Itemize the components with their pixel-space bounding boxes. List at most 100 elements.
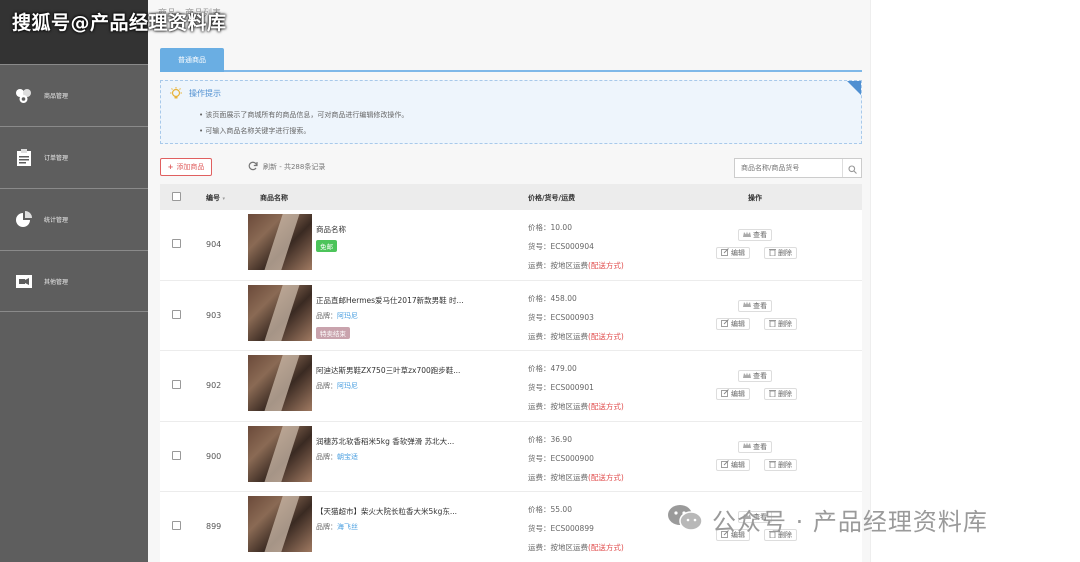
product-thumbnail[interactable] xyxy=(248,355,312,411)
shipping-method-link[interactable]: (配送方式) xyxy=(588,332,624,341)
product-tag: 特卖结束 xyxy=(316,326,350,339)
sidebar-item-stats[interactable]: 统计管理 xyxy=(0,188,148,250)
edit-icon xyxy=(721,248,731,258)
product-price: 价格：458.00 xyxy=(528,293,577,303)
view-button[interactable]: 查看 xyxy=(738,299,772,312)
cubes-icon xyxy=(14,86,34,106)
brand-link[interactable]: 朝宝适 xyxy=(337,453,358,461)
product-name[interactable]: 正品直邮Hermes爱马仕2017新款男鞋 时... xyxy=(316,295,464,306)
refresh-button[interactable]: 刷新 - 共288条记录 xyxy=(248,161,325,173)
crown-icon xyxy=(743,442,753,451)
sidebar-item-orders[interactable]: 订单管理 xyxy=(0,126,148,188)
product-thumbnail[interactable] xyxy=(248,425,312,482)
product-sku: 货号：ECS000904 xyxy=(528,242,594,251)
header-name: 商品名称 xyxy=(260,194,288,202)
tab-bar: 普通商品 xyxy=(160,48,862,72)
crown-icon xyxy=(743,231,753,240)
brand-label: 品牌： xyxy=(316,311,337,320)
brand-label: 品牌： xyxy=(316,452,337,461)
product-name[interactable]: 商品名称 xyxy=(316,224,346,235)
collapse-corner[interactable] xyxy=(847,81,861,95)
delete-button[interactable]: 删除 xyxy=(764,247,797,259)
product-thumbnail[interactable] xyxy=(248,284,312,341)
product-shipping: 运费：按地区运费(配送方式) xyxy=(528,401,624,412)
edit-button[interactable]: 编辑 xyxy=(716,388,750,400)
brand-link[interactable]: 海飞丝 xyxy=(337,523,358,531)
delete-button[interactable]: 删除 xyxy=(764,317,797,330)
row-checkbox[interactable] xyxy=(172,239,181,248)
refresh-icon xyxy=(248,161,258,173)
table-row: 904 商品名称 免邮 价格：10.00 货号：ECS000904 运费：按地区运费(配送… xyxy=(160,210,862,281)
edit-button[interactable]: 编辑 xyxy=(716,317,750,330)
shipping-text: 运费：按地区运费 xyxy=(528,331,588,341)
product-name[interactable]: 【天猫超市】柴火大院长粒香大米5kg东... xyxy=(316,506,457,517)
row-checkbox[interactable] xyxy=(172,380,181,389)
product-name[interactable]: 阿迪达斯男鞋ZX750三叶草zx700跑步鞋... xyxy=(316,365,460,376)
view-button[interactable]: 查看 xyxy=(738,440,772,453)
shipping-method-link[interactable]: (配送方式) xyxy=(588,473,624,482)
pie-chart-icon xyxy=(14,210,34,230)
header-id[interactable]: 编号 ▾ xyxy=(206,193,225,203)
edit-button[interactable]: 编辑 xyxy=(716,247,750,259)
sidebar-item-label: 统计管理 xyxy=(44,217,69,224)
shipping-text: 运费：按地区运费 xyxy=(528,472,588,482)
product-thumbnail[interactable] xyxy=(248,496,312,552)
shipping-method-link[interactable]: (配送方式) xyxy=(588,402,624,411)
product-price: 价格：479.00 xyxy=(528,364,577,373)
video-icon xyxy=(14,271,34,291)
row-checkbox[interactable] xyxy=(172,521,181,530)
product-tag: 免邮 xyxy=(316,240,337,252)
row-id: 902 xyxy=(206,381,222,390)
watermark-bottom-text: 公众号 · 产品经理资料库 xyxy=(712,508,988,536)
table-row: 900 润穗苏北软香稻米5kg 香软弹滑 苏北大... 品牌：朝宝适 价格：36.90… xyxy=(160,421,862,492)
shipping-method-link[interactable]: (配送方式) xyxy=(588,261,624,270)
brand-link[interactable]: 阿玛尼 xyxy=(337,312,358,320)
table-row: 903 正品直邮Hermes爱马仕2017新款男鞋 时... 品牌：阿玛尼特卖结束 价… xyxy=(160,280,862,351)
view-label: 查看 xyxy=(753,372,767,380)
add-goods-button[interactable]: + 添加商品 xyxy=(160,158,212,176)
header-ops: 操作 xyxy=(748,194,762,202)
view-button[interactable]: 查看 xyxy=(738,229,772,241)
row-id: 900 xyxy=(206,451,222,461)
watermark-bottom: 公众号 · 产品经理资料库 xyxy=(666,502,988,537)
header-price: 价格/货号/运费 xyxy=(528,194,576,202)
product-brand: 品牌：海飞丝 xyxy=(316,522,358,532)
header-id-label: 编号 xyxy=(206,194,220,202)
edit-icon xyxy=(721,318,731,329)
trash-icon xyxy=(769,319,778,329)
row-id: 903 xyxy=(206,310,222,320)
wechat-icon xyxy=(666,503,704,537)
row-id: 899 xyxy=(206,522,222,531)
add-goods-label: 添加商品 xyxy=(176,163,205,171)
sidebar-item-label: 其他管理 xyxy=(44,278,69,286)
row-checkbox[interactable] xyxy=(172,450,181,460)
delete-label: 删除 xyxy=(778,249,792,257)
row-checkbox[interactable] xyxy=(172,309,181,319)
delete-label: 删除 xyxy=(778,390,792,398)
view-button[interactable]: 查看 xyxy=(738,370,772,382)
delete-button[interactable]: 删除 xyxy=(764,458,797,471)
product-thumbnail[interactable] xyxy=(248,214,312,270)
main-content: 商品 - 商品列表 普通商品 操作提示 • 该页面展示了商城所有的商品信息，可对… xyxy=(148,0,870,562)
row-id: 904 xyxy=(206,240,222,249)
brand-link[interactable]: 阿玛尼 xyxy=(337,382,358,390)
tab-normal-goods[interactable]: 普通商品 xyxy=(160,48,224,72)
select-all-checkbox[interactable] xyxy=(172,192,181,201)
refresh-label: 刷新 - 共288条记录 xyxy=(263,163,326,171)
watermark-top: 搜狐号@产品经理资料库 xyxy=(12,12,227,34)
product-name[interactable]: 润穗苏北软香稻米5kg 香软弹滑 苏北大... xyxy=(316,436,454,447)
sidebar-item-goods[interactable]: 商品管理 xyxy=(0,64,148,126)
product-price: 价格：55.00 xyxy=(528,505,572,514)
search-input[interactable] xyxy=(735,159,843,177)
edit-button[interactable]: 编辑 xyxy=(716,458,750,471)
edit-label: 编辑 xyxy=(731,390,745,398)
edit-label: 编辑 xyxy=(731,319,745,328)
product-sku: 货号：ECS000903 xyxy=(528,312,594,322)
trash-icon xyxy=(769,460,778,470)
search-button[interactable] xyxy=(843,159,861,177)
clipboard-icon xyxy=(14,148,34,168)
shipping-text: 运费：按地区运费 xyxy=(528,543,588,552)
sidebar-item-other[interactable]: 其他管理 xyxy=(0,250,148,312)
shipping-method-link[interactable]: (配送方式) xyxy=(588,543,624,552)
delete-button[interactable]: 删除 xyxy=(764,388,797,400)
